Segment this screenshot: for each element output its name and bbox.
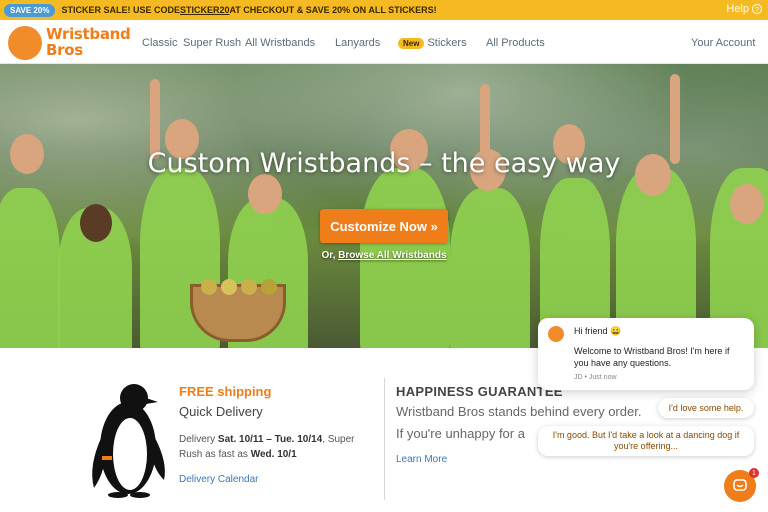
penguin-illustration bbox=[92, 384, 165, 498]
browse-prefix: Or, bbox=[321, 250, 339, 261]
nav-link-lanyards[interactable]: Lanyards bbox=[335, 37, 380, 49]
quick-delivery-subtitle: Quick Delivery bbox=[179, 404, 263, 419]
svg-text:?: ? bbox=[755, 7, 759, 14]
delivery-calendar-link[interactable]: Delivery Calendar bbox=[179, 474, 258, 485]
fox-mascot-icon bbox=[8, 26, 42, 60]
logo-text: Wristband Bros bbox=[46, 26, 131, 58]
hero-banner: Custom Wristbands – the easy way Customi… bbox=[0, 64, 768, 348]
your-account-link[interactable]: Your Account bbox=[691, 37, 755, 49]
free-shipping-title: FREE shipping bbox=[179, 384, 272, 399]
chat-message-card[interactable]: Hi friend 😀 Welcome to Wristband Bros! I… bbox=[538, 318, 754, 390]
guarantee-line-2: If you're unhappy for a bbox=[396, 426, 525, 441]
delivery-text: Delivery Sat. 10/11 – Tue. 10/14, Super … bbox=[179, 432, 369, 462]
quick-reply-dog[interactable]: I'm good. But I'd take a look at a danci… bbox=[538, 426, 754, 456]
customize-now-button[interactable]: Customize Now » bbox=[320, 209, 448, 243]
promo-text-after: AT CHECKOUT & SAVE 20% ON ALL STICKERS! bbox=[229, 5, 437, 15]
browse-all-wristbands-link[interactable]: Browse All Wristbands bbox=[338, 250, 446, 261]
delivery-dates: Sat. 10/11 – Tue. 10/14 bbox=[217, 434, 323, 445]
help-icon: ? bbox=[752, 4, 762, 14]
section-divider bbox=[384, 378, 385, 500]
learn-more-link[interactable]: Learn More bbox=[396, 454, 447, 465]
rush-date: Wed. 10/1 bbox=[250, 449, 297, 460]
hero-title: Custom Wristbands – the easy way bbox=[147, 148, 621, 179]
help-label: Help bbox=[726, 3, 749, 15]
unread-count-badge: 1 bbox=[749, 468, 759, 478]
chat-meta: JD • Just now bbox=[574, 374, 617, 381]
promo-bar: SAVE 20% STICKER SALE! USE CODE STICKER2… bbox=[0, 0, 768, 20]
chat-bubble-icon bbox=[733, 479, 747, 491]
logo[interactable]: Wristband Bros bbox=[8, 24, 131, 60]
logo-line-2: Bros bbox=[46, 41, 83, 59]
chat-message: Welcome to Wristband Bros! I'm here if y… bbox=[574, 346, 730, 368]
chat-greeting: Hi friend 😀 bbox=[574, 326, 622, 336]
new-badge: New bbox=[398, 37, 425, 49]
promo-text-before: STICKER SALE! USE CODE bbox=[61, 5, 180, 15]
logo-line-1: Wristband bbox=[46, 25, 131, 43]
delivery-text-pre: Delivery bbox=[179, 434, 218, 445]
stickers-label: Stickers bbox=[427, 37, 467, 49]
nav-link-all-products[interactable]: All Products bbox=[486, 37, 545, 49]
happiness-guarantee-title: HAPPINESS GUARANTEE bbox=[396, 384, 563, 399]
nav-link-classic[interactable]: Classic bbox=[142, 37, 177, 49]
promo-code[interactable]: STICKER20 bbox=[180, 5, 230, 15]
guarantee-line-1: Wristband Bros stands behind every order… bbox=[396, 404, 642, 419]
quick-reply-help[interactable]: I'd love some help. bbox=[658, 398, 754, 418]
help-link[interactable]: Help ? bbox=[726, 3, 762, 15]
main-nav: Wristband Bros Classic Super Rush All Wr… bbox=[0, 20, 768, 64]
save-badge: SAVE 20% bbox=[4, 3, 56, 17]
nav-link-all-wristbands[interactable]: All Wristbands bbox=[245, 37, 315, 49]
nav-link-super-rush[interactable]: Super Rush bbox=[183, 37, 241, 49]
agent-avatar bbox=[548, 326, 564, 342]
nav-link-stickers[interactable]: New Stickers bbox=[398, 37, 467, 49]
browse-line: Or, Browse All Wristbands bbox=[0, 250, 768, 261]
